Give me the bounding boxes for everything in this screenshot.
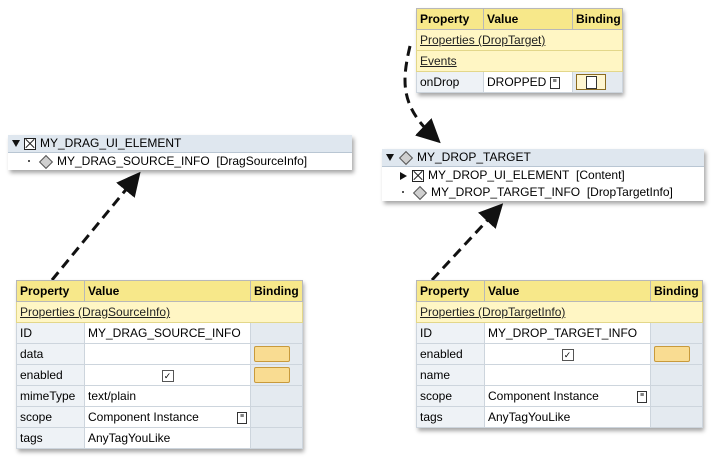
node-label: MY_DROP_UI_ELEMENT — [428, 168, 570, 182]
ondrop-binding-cell[interactable] — [572, 71, 623, 93]
column-header-binding: Binding — [650, 280, 703, 302]
prop-value-id[interactable]: MY_DRAG_SOURCE_INFO — [84, 322, 251, 344]
binding-cell-id — [250, 322, 303, 344]
drop-events-panel: Property Value Binding Properties (DropT… — [416, 8, 623, 93]
prop-label-data: data — [16, 343, 85, 365]
tree-node-drop-ui-element[interactable]: MY_DROP_UI_ELEMENT [Content] — [382, 167, 704, 184]
prop-value-id[interactable]: MY_DROP_TARGET_INFO — [484, 322, 651, 344]
prop-value-enabled[interactable]: ✓ — [84, 364, 251, 386]
binding-cell-enabled[interactable] — [250, 364, 303, 386]
doc-icon[interactable]: ≡ — [549, 76, 560, 89]
doc-icon[interactable]: ≡ — [237, 412, 247, 424]
binding-cell-id — [650, 322, 703, 344]
tree-node-drop-target-info[interactable]: MY_DROP_TARGET_INFO [DropTargetInfo] — [382, 184, 704, 201]
drop-tree: MY_DROP_TARGET MY_DROP_UI_ELEMENT [Conte… — [382, 149, 704, 201]
column-header-value: Value — [84, 280, 251, 302]
node-type: [Content] — [576, 168, 625, 182]
binding-cell-mimetype — [250, 385, 303, 407]
node-type: [DragSourceInfo] — [216, 154, 308, 168]
column-header-value: Value — [484, 280, 651, 302]
prop-label-tags: tags — [16, 427, 85, 449]
ui-element-icon — [412, 169, 424, 182]
ondrop-label: onDrop — [416, 71, 484, 93]
prop-value-tags[interactable]: AnyTagYouLike — [484, 406, 651, 428]
ui-element-icon — [24, 137, 36, 150]
prop-label-mimetype: mimeType — [16, 385, 85, 407]
expand-triangle-icon[interactable] — [12, 140, 20, 148]
drop-properties-panel: Property Value Binding Properties (DropT… — [416, 280, 703, 428]
prop-value-enabled[interactable]: ✓ — [484, 343, 651, 365]
tree-node-drag-ui-element[interactable]: MY_DRAG_UI_ELEMENT — [8, 135, 352, 153]
prop-label-enabled: enabled — [16, 364, 85, 386]
prop-value-data[interactable] — [84, 343, 251, 365]
binding-button[interactable] — [254, 367, 290, 383]
section-properties-droptargetinfo[interactable]: Properties (DropTargetInfo) — [416, 301, 703, 323]
page-icon-button[interactable] — [576, 74, 606, 90]
column-header-property: Property — [416, 8, 484, 30]
prop-label-id: ID — [416, 322, 485, 344]
binding-cell-enabled[interactable] — [650, 343, 703, 365]
prop-label-scope: scope — [16, 406, 85, 428]
diamond-icon — [38, 154, 54, 169]
node-label: MY_DRAG_UI_ELEMENT — [40, 136, 182, 150]
binding-cell-tags — [250, 427, 303, 449]
column-header-value: Value — [483, 8, 573, 30]
column-header-property: Property — [16, 280, 85, 302]
prop-label-tags: tags — [416, 406, 485, 428]
binding-button[interactable] — [654, 346, 690, 362]
node-label: MY_DROP_TARGET_INFO — [431, 185, 581, 199]
ondrop-value-cell[interactable]: DROPPED ≡ — [483, 71, 573, 93]
prop-label-name: name — [416, 364, 485, 386]
tree-node-drag-source-info[interactable]: MY_DRAG_SOURCE_INFO [DragSourceInfo] — [8, 153, 352, 170]
binding-cell-tags — [650, 406, 703, 428]
bullet-icon — [28, 159, 30, 162]
doc-icon[interactable]: ≡ — [637, 391, 647, 403]
prop-value-mimetype[interactable]: text/plain — [84, 385, 251, 407]
prop-value-scope-cell[interactable]: Component Instance ≡ — [84, 406, 251, 428]
diamond-icon — [398, 150, 414, 165]
column-header-binding: Binding — [572, 8, 623, 30]
binding-cell-data[interactable] — [250, 343, 303, 365]
tree-node-drop-target[interactable]: MY_DROP_TARGET — [382, 149, 704, 167]
prop-label-enabled: enabled — [416, 343, 485, 365]
prop-value-scope: Component Instance — [488, 389, 599, 403]
binding-cell-name — [650, 364, 703, 386]
column-header-property: Property — [416, 280, 485, 302]
prop-value-name[interactable] — [484, 364, 651, 386]
collapsed-triangle-icon[interactable] — [400, 171, 407, 180]
prop-label-id: ID — [16, 322, 85, 344]
prop-value-scope-cell[interactable]: Component Instance ≡ — [484, 385, 651, 407]
drag-tree: MY_DRAG_UI_ELEMENT MY_DRAG_SOURCE_INFO [… — [8, 135, 352, 170]
drag-properties-panel: Property Value Binding Properties (DragS… — [16, 280, 303, 449]
prop-value-tags[interactable]: AnyTagYouLike — [84, 427, 251, 449]
bullet-icon — [402, 190, 404, 193]
arrow-drag-props-to-tree — [50, 171, 141, 281]
section-events[interactable]: Events — [416, 50, 623, 72]
node-label: MY_DRAG_SOURCE_INFO — [57, 154, 210, 168]
arrow-drop-props-to-tree — [430, 203, 504, 282]
column-header-binding: Binding — [250, 280, 303, 302]
binding-button[interactable] — [254, 346, 290, 362]
node-type: [DropTargetInfo] — [586, 185, 673, 199]
ondrop-value: DROPPED — [487, 75, 547, 89]
binding-cell-scope — [250, 406, 303, 428]
diamond-icon — [412, 185, 428, 200]
node-label: MY_DROP_TARGET — [417, 150, 531, 164]
binding-cell-scope — [650, 385, 703, 407]
prop-value-scope: Component Instance — [88, 410, 199, 424]
enabled-checkbox[interactable]: ✓ — [561, 349, 574, 361]
expand-triangle-icon[interactable] — [386, 154, 394, 162]
section-properties-droptarget[interactable]: Properties (DropTarget) — [416, 29, 623, 51]
section-properties-dragsourceinfo[interactable]: Properties (DragSourceInfo) — [16, 301, 303, 323]
prop-label-scope: scope — [416, 385, 485, 407]
enabled-checkbox[interactable]: ✓ — [161, 370, 174, 382]
